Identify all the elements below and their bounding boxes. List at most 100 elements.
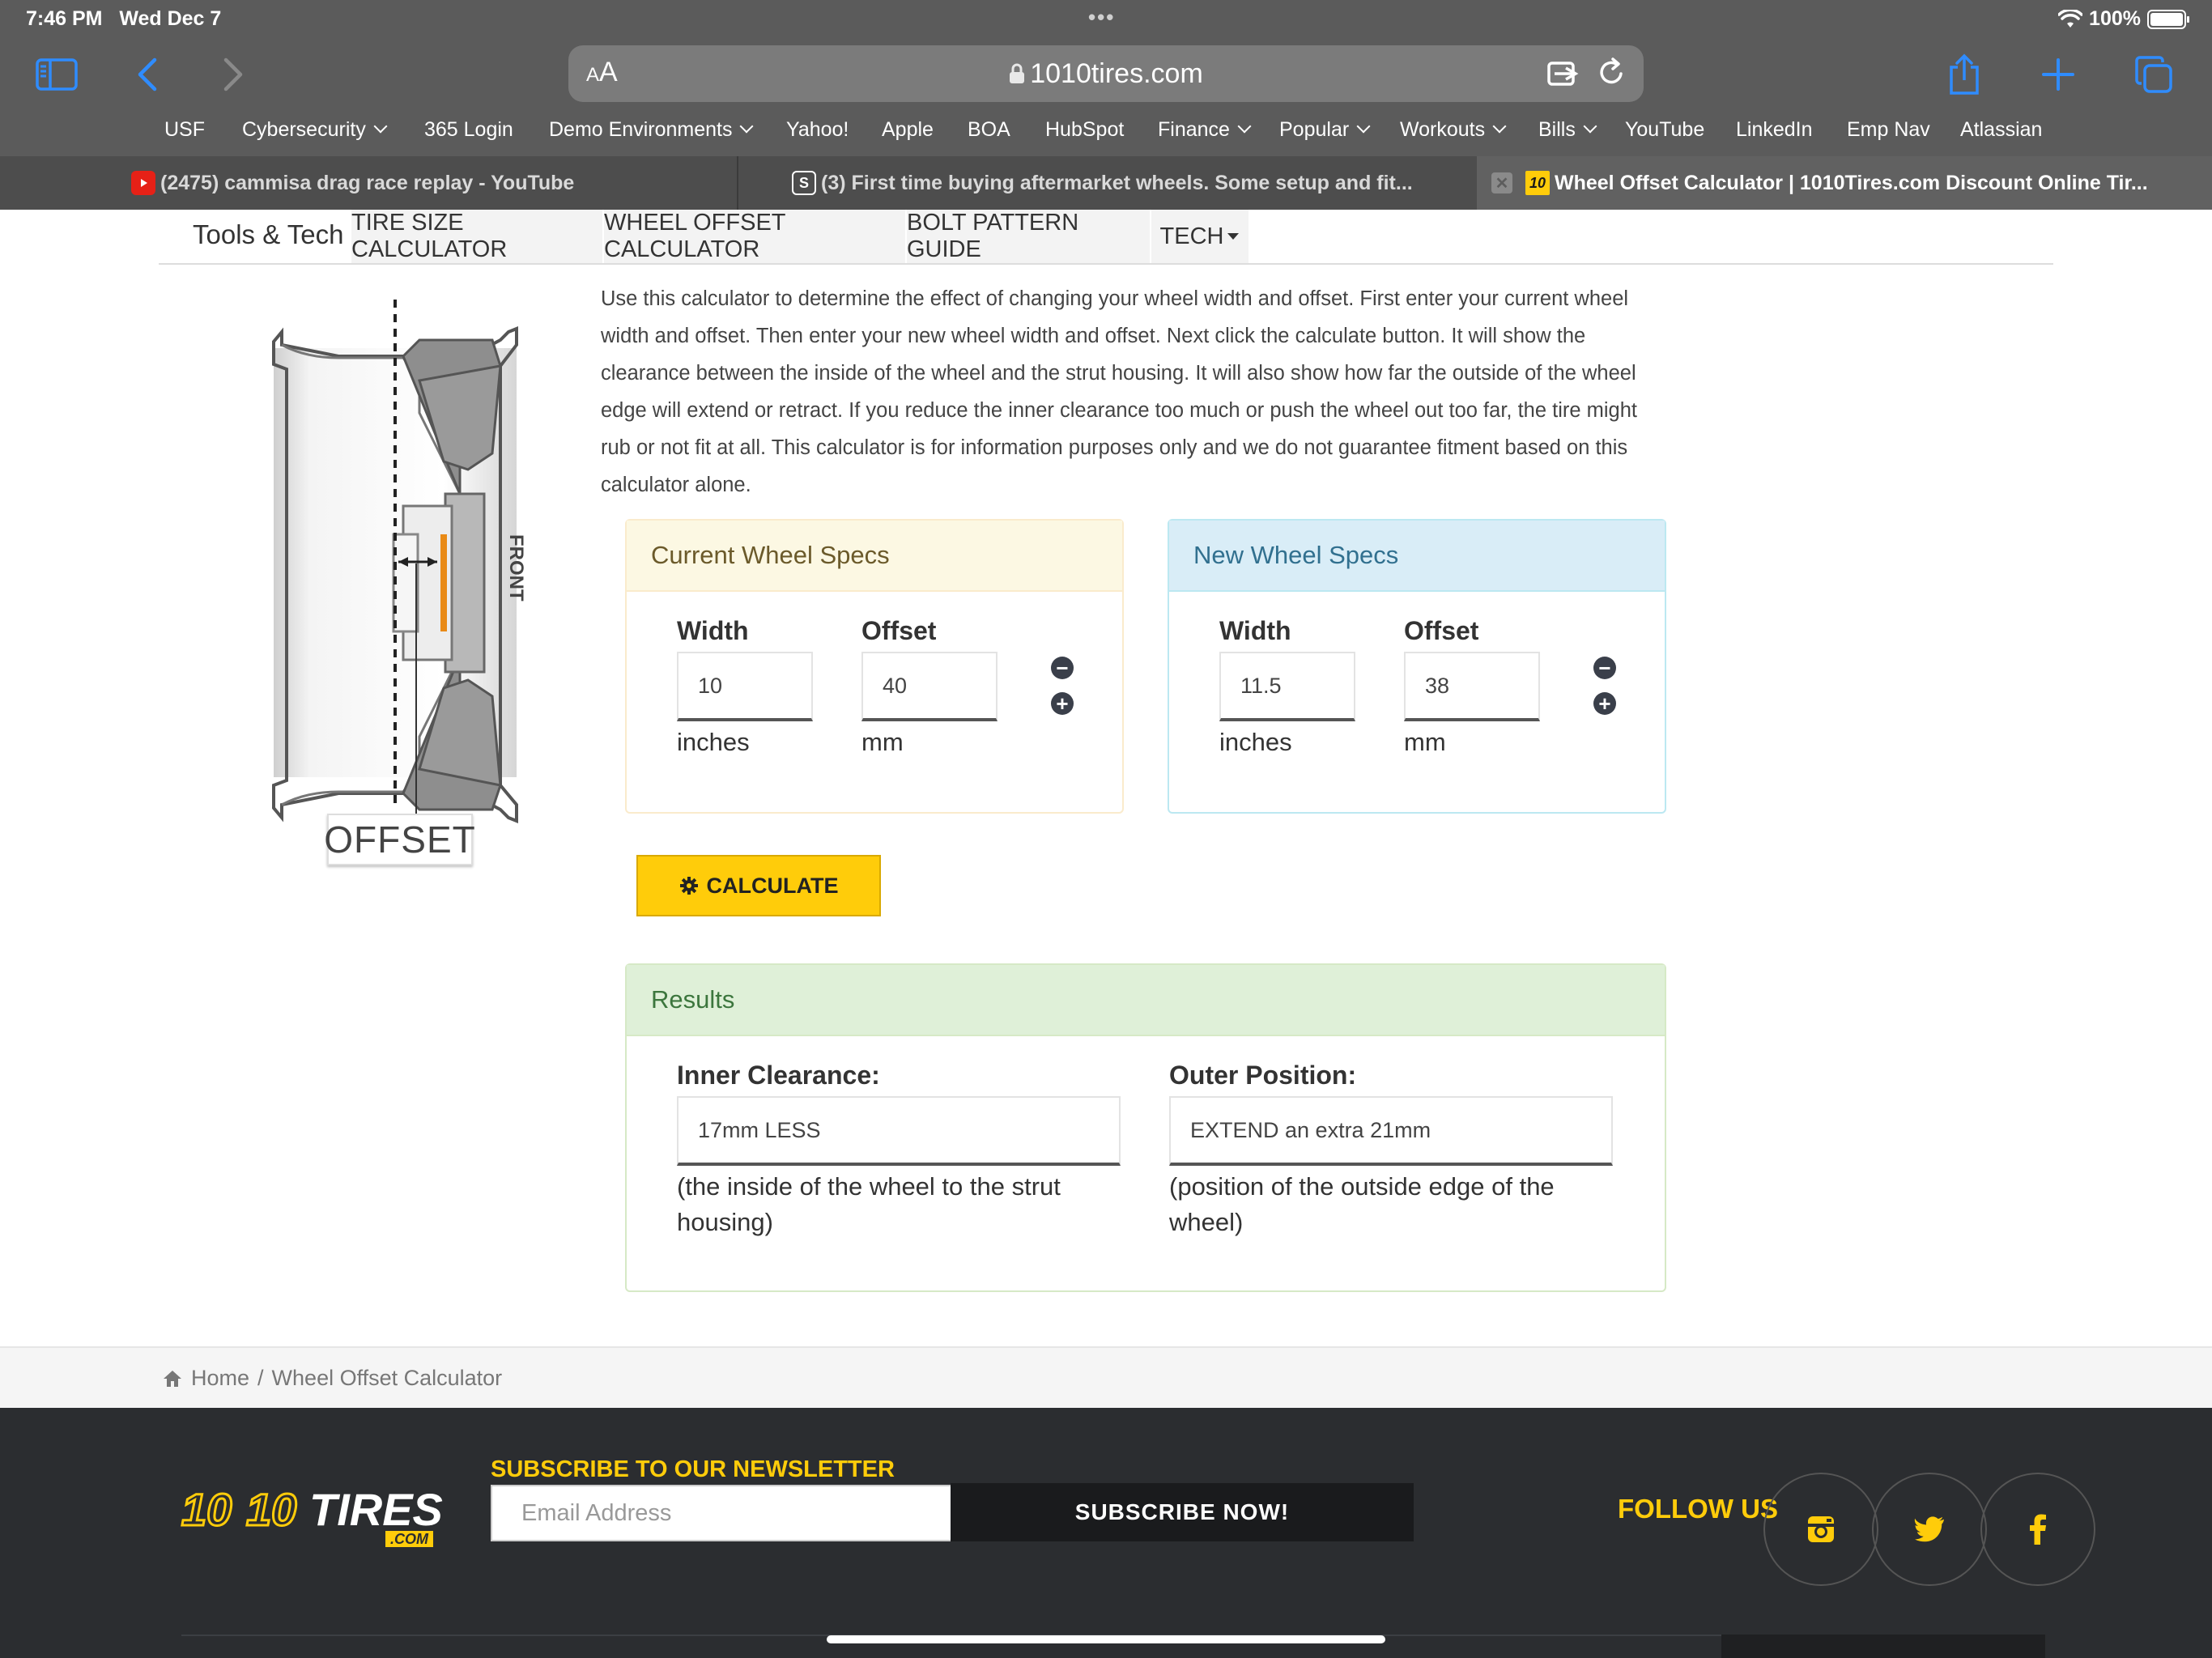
tab-wheel-offset-calculator[interactable]: WHEEL OFFSET CALCULATOR: [602, 210, 905, 263]
lock-icon: [1010, 63, 1025, 83]
inner-clearance-label: Inner Clearance:: [677, 1061, 880, 1090]
bookmark-atlassian[interactable]: Atlassian: [1960, 118, 2042, 142]
bookmark-emp-nav[interactable]: Emp Nav: [1847, 118, 1930, 142]
outer-position-output: EXTEND an extra 21mm: [1169, 1096, 1613, 1166]
new-wheel-title: New Wheel Specs: [1169, 521, 1665, 592]
chevron-down-icon: [739, 119, 754, 134]
front-label: FRONT: [505, 534, 527, 602]
s-icon: S: [792, 171, 816, 195]
new-offset-unit: mm: [1404, 728, 1446, 756]
bookmark-linkedin[interactable]: LinkedIn: [1736, 118, 1813, 142]
new-width-input[interactable]: 11.5: [1219, 652, 1355, 721]
twitter-icon[interactable]: [1872, 1473, 1987, 1586]
subscribe-button[interactable]: SUBSCRIBE NOW!: [951, 1483, 1414, 1541]
plus-icon[interactable]: +: [1051, 692, 1074, 715]
browser-toolbar: AA 1010tires.com: [0, 39, 2212, 112]
bookmark-demo-environments[interactable]: Demo Environments: [549, 118, 754, 142]
minus-icon[interactable]: −: [1051, 657, 1074, 679]
bookmark-youtube[interactable]: YouTube: [1625, 118, 1704, 142]
caret-down-icon: [1227, 233, 1240, 240]
tab-bolt-pattern-guide[interactable]: BOLT PATTERN GUIDE: [905, 210, 1150, 263]
instagram-icon[interactable]: [1763, 1473, 1878, 1586]
youtube-icon: [131, 171, 155, 195]
current-wheel-panel: Current Wheel Specs Width 10 inches Offs…: [625, 519, 1124, 814]
current-width-unit: inches: [677, 728, 750, 756]
back-icon[interactable]: [123, 50, 172, 99]
new-offset-input[interactable]: 38: [1404, 652, 1540, 721]
new-offset-label: Offset: [1404, 616, 1479, 645]
1010tires-logo[interactable]: 10 10 TIRES .COM: [180, 1484, 443, 1558]
battery-icon: [2147, 9, 2189, 29]
current-offset-label: Offset: [861, 616, 937, 645]
multitasking-dots-icon[interactable]: •••: [1088, 5, 1115, 30]
new-width-label: Width: [1219, 616, 1291, 645]
status-bar: 7:46 PM Wed Dec 7 ••• 100%: [0, 0, 2212, 39]
address-bar[interactable]: AA 1010tires.com: [568, 45, 1644, 102]
breadcrumb: Home / Wheel Offset Calculator: [162, 1366, 502, 1391]
status-time: 7:46 PM Wed Dec 7: [26, 7, 222, 30]
extension-icon[interactable]: [1546, 57, 1580, 89]
subnav-title: Tools & Tech: [193, 219, 344, 249]
site-footer: 10 10 TIRES .COM SUBSCRIBE TO OUR NEWSLE…: [0, 1408, 2212, 1658]
status-right: 100%: [2058, 7, 2189, 31]
bookmark-popular[interactable]: Popular: [1279, 118, 1371, 142]
bookmark-usf[interactable]: USF: [164, 118, 205, 142]
current-offset-input[interactable]: 40: [861, 652, 998, 721]
current-width-label: Width: [677, 616, 749, 645]
breadcrumb-separator: /: [257, 1366, 264, 1390]
new-tab-icon[interactable]: [2034, 50, 2082, 99]
chevron-down-icon: [1492, 119, 1507, 134]
bookmark-workouts[interactable]: Workouts: [1400, 118, 1507, 142]
wheel-offset-diagram: FRONT OFFSET: [257, 291, 541, 874]
chevron-down-icon: [1583, 119, 1597, 134]
battery-percent: 100%: [2089, 7, 2141, 30]
breadcrumb-bar: Home / Wheel Offset Calculator: [0, 1346, 2212, 1409]
tabs-overview-icon[interactable]: [2129, 50, 2178, 99]
newsletter-title: SUBSCRIBE TO OUR NEWSLETTER: [491, 1456, 895, 1482]
close-tab-icon[interactable]: ✕: [1491, 172, 1512, 193]
newsletter-email-input[interactable]: Email Address: [491, 1485, 972, 1541]
footer-dark-block: [1721, 1635, 2045, 1658]
forward-icon[interactable]: [209, 50, 257, 99]
bookmark-hubspot[interactable]: HubSpot: [1045, 118, 1124, 142]
bookmark-cybersecurity[interactable]: Cybersecurity: [242, 118, 388, 142]
minus-icon[interactable]: −: [1593, 657, 1616, 679]
facebook-icon[interactable]: [1980, 1473, 2095, 1586]
outer-position-label: Outer Position:: [1169, 1061, 1357, 1090]
bookmark-365-login[interactable]: 365 Login: [424, 118, 513, 142]
current-width-input[interactable]: 10: [677, 652, 813, 721]
calculate-button[interactable]: CALCULATE: [636, 855, 881, 916]
tools-subnav: Tools & Tech TIRE SIZE CALCULATOR WHEEL …: [159, 210, 2053, 265]
bookmark-apple[interactable]: Apple: [882, 118, 934, 142]
gear-icon: [679, 877, 698, 895]
bookmarks-bar: USF Cybersecurity 365 Login Demo Environ…: [0, 112, 2212, 152]
bookmark-yahoo[interactable]: Yahoo!: [786, 118, 849, 142]
tab-tire-size-calculator[interactable]: TIRE SIZE CALCULATOR: [350, 210, 602, 263]
new-width-unit: inches: [1219, 728, 1292, 756]
tab-tech-menu[interactable]: TECH: [1150, 210, 1249, 263]
tab-reddit-post[interactable]: S (3) First time buying aftermarket whee…: [738, 156, 1475, 210]
bookmark-finance[interactable]: Finance: [1158, 118, 1252, 142]
inner-clearance-note: (the inside of the wheel to the strut ho…: [677, 1172, 1061, 1236]
tab-bar: (2475) cammisa drag race replay - YouTub…: [0, 156, 2212, 210]
results-title: Results: [627, 965, 1665, 1036]
share-icon[interactable]: [1940, 50, 1989, 99]
current-wheel-title: Current Wheel Specs: [627, 521, 1122, 592]
reload-icon[interactable]: [1595, 57, 1627, 89]
site-favicon-icon: 10: [1525, 171, 1550, 195]
tab-wheel-offset-calculator[interactable]: ✕ 10 Wheel Offset Calculator | 1010Tires…: [1477, 156, 2212, 210]
tab-youtube[interactable]: (2475) cammisa drag race replay - YouTub…: [0, 156, 737, 210]
results-panel: Results Inner Clearance: 17mm LESS (the …: [625, 963, 1666, 1292]
new-wheel-panel: New Wheel Specs Width 11.5 inches Offset…: [1168, 519, 1666, 814]
chevron-down-icon: [1356, 119, 1371, 134]
bookmark-bills[interactable]: Bills: [1538, 118, 1597, 142]
home-icon: [164, 1370, 181, 1387]
sidebar-toggle-icon[interactable]: [32, 50, 81, 99]
url-display[interactable]: 1010tires.com: [568, 58, 1644, 90]
intro-paragraph: Use this calculator to determine the eff…: [601, 287, 1637, 496]
breadcrumb-home[interactable]: Home: [191, 1366, 249, 1391]
plus-icon[interactable]: +: [1593, 692, 1616, 715]
home-indicator: [827, 1635, 1385, 1643]
breadcrumb-current: Wheel Offset Calculator: [271, 1366, 503, 1390]
bookmark-boa[interactable]: BOA: [968, 118, 1010, 142]
